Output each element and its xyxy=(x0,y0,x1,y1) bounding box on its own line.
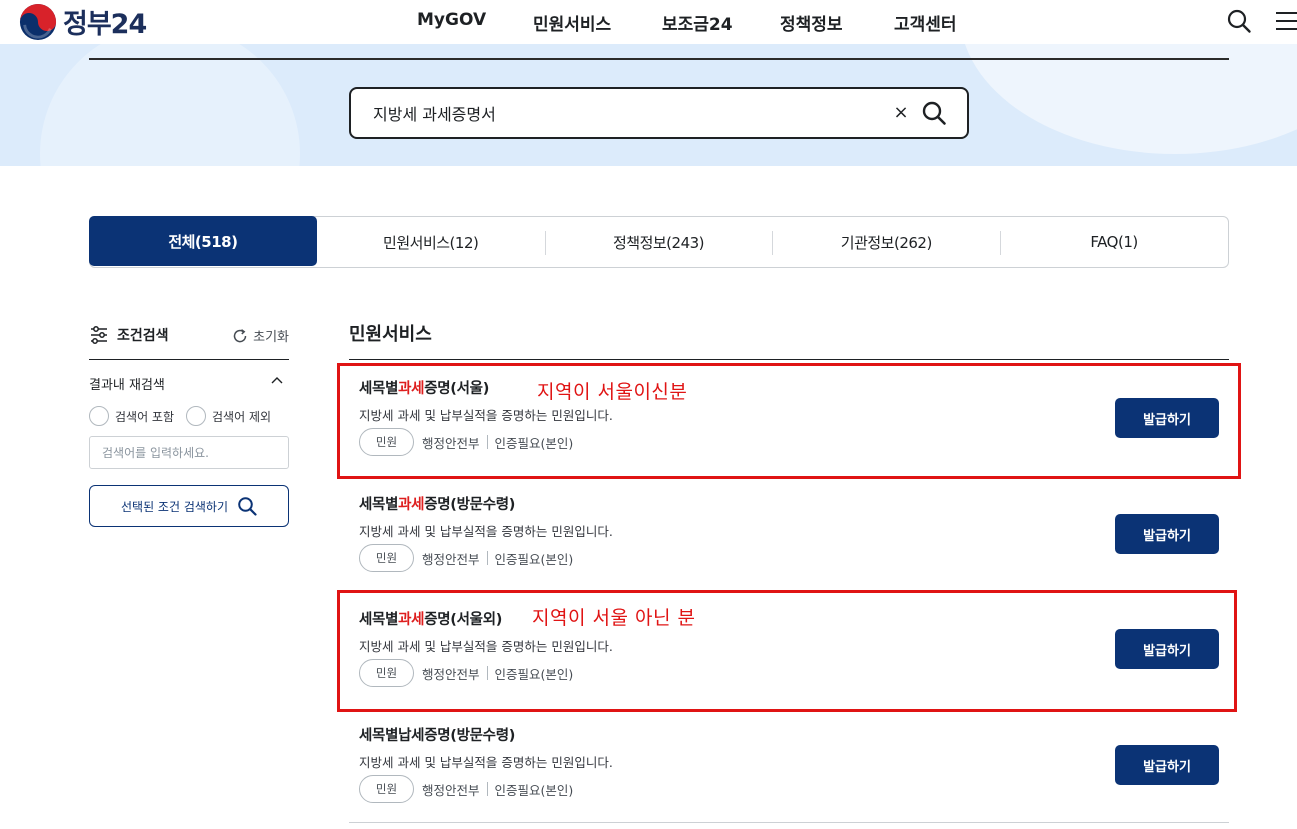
header-divider xyxy=(89,58,1229,60)
agency-name: 행정안전부 xyxy=(422,551,480,567)
auth-requirement: 인증필요(본인) xyxy=(494,782,574,798)
list-bottom-divider xyxy=(349,822,1229,823)
title-text: 세목별 xyxy=(359,497,399,513)
tab-all[interactable]: 전체(518) xyxy=(89,216,317,266)
filter-title: 조건검색 xyxy=(89,325,169,345)
service-title[interactable]: 세목별납세증명(방문수령) xyxy=(359,724,515,745)
reset-label: 초기화 xyxy=(253,330,289,345)
issue-button[interactable]: 발급하기 xyxy=(1115,745,1219,785)
nav-subsidy[interactable]: 보조금24 xyxy=(662,10,733,35)
search-submit-icon[interactable] xyxy=(921,100,947,126)
annotation-note-seoul: 지역이 서울이신분 xyxy=(537,381,688,403)
category-chip: 민원 xyxy=(359,775,414,803)
category-chip: 민원 xyxy=(359,544,414,572)
radio-circle[interactable] xyxy=(186,406,207,426)
section-title: 민원서비스 xyxy=(349,324,432,345)
filter-title-label: 조건검색 xyxy=(117,328,169,344)
filter-panel: 조건검색 초기화 결과내 재검색 검색어 포함 검색어 제외 선택된 조건 검색… xyxy=(89,320,289,527)
filter-sliders-icon xyxy=(91,326,107,344)
service-title[interactable]: 세목별과세증명(방문수령) xyxy=(359,493,515,514)
refine-search-toggle[interactable]: 결과내 재검색 xyxy=(89,360,289,404)
title-highlight: 과세 xyxy=(398,497,425,513)
search-icon[interactable] xyxy=(1226,8,1252,34)
radio-circle[interactable] xyxy=(89,406,109,426)
banner-decoration xyxy=(40,44,300,166)
tab-faq[interactable]: FAQ(1) xyxy=(1000,217,1228,267)
annotation-box-outside-seoul xyxy=(337,590,1237,712)
meta-divider xyxy=(486,551,488,565)
agency-name: 행정안전부 xyxy=(422,782,480,798)
nav-civil-service[interactable]: 민원서비스 xyxy=(533,10,611,35)
search-input[interactable] xyxy=(373,101,873,125)
apply-filter-button[interactable]: 선택된 조건 검색하기 xyxy=(89,485,289,527)
list-item: 세목별과세증명(방문수령) 지방세 과세 및 납부실적을 증명하는 민원입니다.… xyxy=(349,493,1229,597)
include-keyword-radio[interactable]: 검색어 포함 xyxy=(89,406,174,426)
clear-search-button[interactable]: × xyxy=(890,101,912,125)
reset-button[interactable]: 초기화 xyxy=(232,326,289,345)
auth-requirement: 인증필요(본인) xyxy=(494,551,574,567)
service-description: 지방세 과세 및 납부실적을 증명하는 민원입니다. xyxy=(359,755,613,770)
site-header: 정부24 MyGOV 민원서비스 보조금24 정책정보 고객센터 xyxy=(0,0,1297,44)
tab-policy-info[interactable]: 정책정보(243) xyxy=(544,217,773,267)
banner-decoration xyxy=(960,44,1297,154)
meta-divider xyxy=(486,782,488,796)
list-item: 세목별납세증명(방문수령) 지방세 과세 및 납부실적을 증명하는 민원입니다.… xyxy=(349,724,1229,828)
nav-mygov[interactable]: MyGOV xyxy=(417,10,486,30)
service-meta: 민원 행정안전부 인증필요(본인) xyxy=(359,775,573,803)
exclude-keyword-label: 검색어 제외 xyxy=(212,409,272,424)
nav-customer-center[interactable]: 고객센터 xyxy=(894,10,957,35)
issue-button[interactable]: 발급하기 xyxy=(1115,514,1219,554)
title-text: 세목별납세증명(방문수령) xyxy=(359,728,516,744)
result-tabs: 전체(518) 민원서비스(12) 정책정보(243) 기관정보(262) FA… xyxy=(89,216,1229,268)
refresh-icon xyxy=(233,328,247,342)
nav-policy-info[interactable]: 정책정보 xyxy=(780,10,843,35)
chevron-up-icon xyxy=(271,377,283,384)
title-text: 증명(방문수령) xyxy=(424,497,516,513)
section-divider xyxy=(349,359,1229,360)
filter-header: 조건검색 초기화 xyxy=(89,320,289,360)
service-meta: 민원 행정안전부 인증필요(본인) xyxy=(359,544,573,572)
annotation-box-seoul xyxy=(337,363,1241,479)
tab-agency-info[interactable]: 기관정보(262) xyxy=(772,217,1000,267)
include-keyword-label: 검색어 포함 xyxy=(115,409,175,424)
tab-civil-service[interactable]: 민원서비스(12) xyxy=(317,217,545,267)
refine-search-label: 결과내 재검색 xyxy=(89,378,165,393)
search-icon xyxy=(238,497,257,516)
exclude-keyword-radio[interactable]: 검색어 제외 xyxy=(186,406,271,426)
search-box: × xyxy=(349,87,969,139)
main-navigation: MyGOV 민원서비스 보조금24 정책정보 고객센터 xyxy=(0,10,1297,35)
search-mode-radios: 검색어 포함 검색어 제외 xyxy=(89,404,289,428)
apply-filter-label: 선택된 조건 검색하기 xyxy=(121,499,228,514)
refine-keyword-input[interactable] xyxy=(89,436,289,469)
annotation-note-outside-seoul: 지역이 서울 아닌 분 xyxy=(532,607,696,629)
hamburger-menu-icon[interactable] xyxy=(1273,8,1297,34)
service-description: 지방세 과세 및 납부실적을 증명하는 민원입니다. xyxy=(359,524,613,539)
